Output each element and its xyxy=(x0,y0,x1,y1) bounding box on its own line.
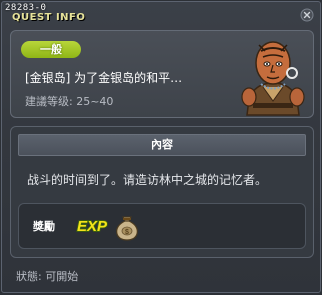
svg-text:$: $ xyxy=(125,229,129,236)
close-icon[interactable] xyxy=(300,8,314,22)
quest-description: 战斗的时间到了。请造访林中之城的记忆者。 xyxy=(27,173,268,187)
recommended-level: 建議等级: 25~40 xyxy=(25,95,114,108)
reward-box: 獎勵 EXP $ xyxy=(18,203,306,249)
quest-name: [金银岛] 为了金银岛的和平… xyxy=(25,71,183,85)
money-bag-icon[interactable]: $ xyxy=(111,210,143,242)
window-title: QUEST INFO xyxy=(12,12,86,23)
svg-text:EXP: EXP xyxy=(77,218,108,235)
quest-header-panel: 一般 [金银岛] 为了金银岛的和平… 建議等级: 25~40 xyxy=(10,30,314,118)
reward-label: 獎勵 xyxy=(33,220,55,233)
exp-icon[interactable]: EXP xyxy=(75,212,109,238)
quest-content-panel: 內容 战斗的时间到了。请造访林中之城的记忆者。 獎勵 EXP $ xyxy=(10,126,314,258)
content-section-header: 內容 xyxy=(18,134,306,156)
quest-status: 狀態: 可開始 xyxy=(16,270,79,283)
npc-portrait-icon xyxy=(241,41,305,116)
quest-info-window: 28283-0 QUEST INFO 一般 [金银岛] 为了金银岛的和平… 建議… xyxy=(1,1,321,293)
quest-type-badge: 一般 xyxy=(21,41,81,58)
